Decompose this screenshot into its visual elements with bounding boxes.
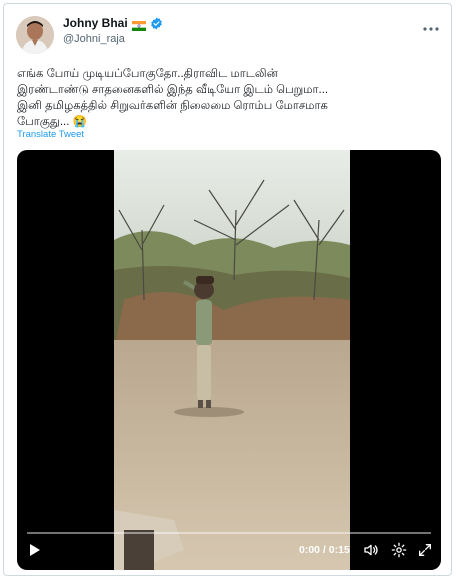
settings-gear-icon[interactable] [391,542,407,563]
play-icon[interactable] [29,543,41,562]
video-progress-bar[interactable] [27,532,431,534]
author-handle[interactable]: @Johni_raja [63,33,125,45]
translate-tweet-link[interactable]: Translate Tweet [17,129,84,140]
video-time: 0:00 / 0:15 [299,544,350,556]
author-name[interactable]: Johny Bhai [63,16,128,30]
video-frame [114,150,350,570]
tweet-text: எங்க போய் முடியப்போகுதோ..திராவிட மாடலின்… [17,68,329,128]
avatar[interactable] [16,16,54,54]
india-flag-icon [131,18,146,31]
tweet-card: Johny Bhai @Johni_raja எங்க போய் முடியப்… [3,3,452,576]
time-separator: / [320,544,329,556]
video-player[interactable]: 0:00 / 0:15 [17,150,441,570]
duration: 0:15 [328,544,350,556]
more-options-icon[interactable] [423,18,439,34]
current-time: 0:00 [299,544,321,556]
verified-badge-icon [150,17,163,30]
video-controls: 0:00 / 0:15 [17,530,441,570]
volume-icon[interactable] [363,542,379,563]
fullscreen-icon[interactable] [417,542,433,563]
